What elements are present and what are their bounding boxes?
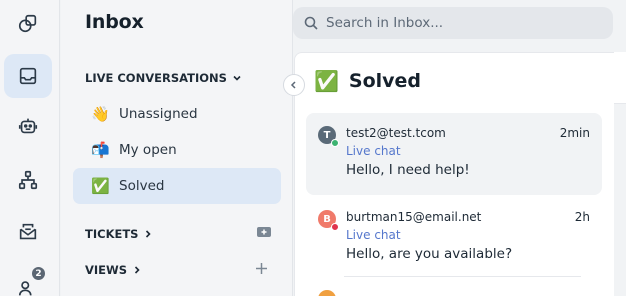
list-title-label: Solved (348, 70, 422, 92)
tickets-header[interactable]: TICKETS (85, 227, 153, 241)
conversation-channel: Live chat (346, 228, 401, 242)
conversation-item[interactable]: T test2@test.tcom 2min Live chat Hello, … (306, 113, 602, 195)
check-icon: ✅ (91, 177, 110, 195)
rail-shapes-button[interactable] (4, 2, 52, 46)
views-header[interactable]: VIEWS (85, 263, 142, 277)
ticket-icon[interactable] (256, 225, 272, 243)
inbox-icon (19, 67, 37, 85)
list-divider (344, 276, 581, 277)
sidebar-item-solved[interactable]: ✅ Solved (73, 168, 281, 204)
add-view-icon[interactable] (255, 261, 268, 279)
wave-icon: 👋 (91, 105, 110, 123)
detail-panel-edge (614, 52, 626, 104)
search-placeholder: Search in Inbox... (326, 15, 444, 31)
app-root: 2 Inbox LIVE CONVERSATIONS 👋 Unassigned … (0, 0, 626, 296)
contacts-badge: 2 (31, 266, 46, 281)
rail-mail-button[interactable] (4, 210, 52, 254)
conversation-time: 2h (574, 210, 590, 224)
mail-icon (19, 223, 37, 240)
sidebar-item-my-open[interactable]: 📬 My open (73, 132, 281, 168)
chevron-right-icon (146, 230, 152, 238)
views-label: VIEWS (85, 263, 128, 277)
search-icon (304, 16, 318, 30)
live-conversations-header[interactable]: LIVE CONVERSATIONS (85, 71, 242, 85)
chevron-left-icon (290, 81, 296, 89)
chevron-right-icon (134, 266, 140, 274)
sidebar-item-label: My open (119, 142, 177, 158)
sidebar-item-unassigned[interactable]: 👋 Unassigned (73, 96, 281, 132)
conversation-preview: Hello, are you available? (346, 246, 513, 262)
icon-rail: 2 (0, 0, 60, 296)
mailbox-icon: 📬 (91, 141, 110, 159)
live-conversations-label: LIVE CONVERSATIONS (85, 71, 227, 85)
rail-bot-button[interactable] (4, 104, 52, 148)
collapse-sidebar-button[interactable] (283, 74, 305, 96)
conversation-list: ✅ Solved T test2@test.tcom 2min Live cha… (294, 52, 614, 296)
rail-inbox-button[interactable] (4, 54, 52, 98)
search-input[interactable]: Search in Inbox... (293, 7, 613, 39)
offline-status-dot (331, 223, 339, 231)
sidebar-item-label: Solved (119, 178, 165, 194)
conversation-time: 2min (559, 126, 590, 140)
conversation-channel: Live chat (346, 144, 401, 158)
conversation-email: test2@test.tcom (346, 126, 446, 140)
conversation-email: burtman15@email.net (346, 210, 482, 224)
inbox-sidebar: Inbox LIVE CONVERSATIONS 👋 Unassigned 📬 … (61, 0, 293, 296)
rail-workflow-button[interactable] (4, 158, 52, 202)
tickets-label: TICKETS (85, 227, 139, 241)
check-icon: ✅ (314, 69, 339, 93)
shapes-icon (18, 14, 37, 33)
conversation-preview: Hello, I need help! (346, 162, 470, 178)
page-title: Inbox (85, 11, 144, 33)
conversation-item[interactable]: B burtman15@email.net 2h Live chat Hello… (306, 197, 602, 279)
sidebar-item-label: Unassigned (119, 106, 198, 122)
chevron-down-icon (233, 75, 241, 81)
workflow-icon (18, 170, 38, 190)
list-title: ✅ Solved (314, 69, 421, 93)
online-status-dot (331, 139, 339, 147)
bot-icon (18, 118, 38, 134)
